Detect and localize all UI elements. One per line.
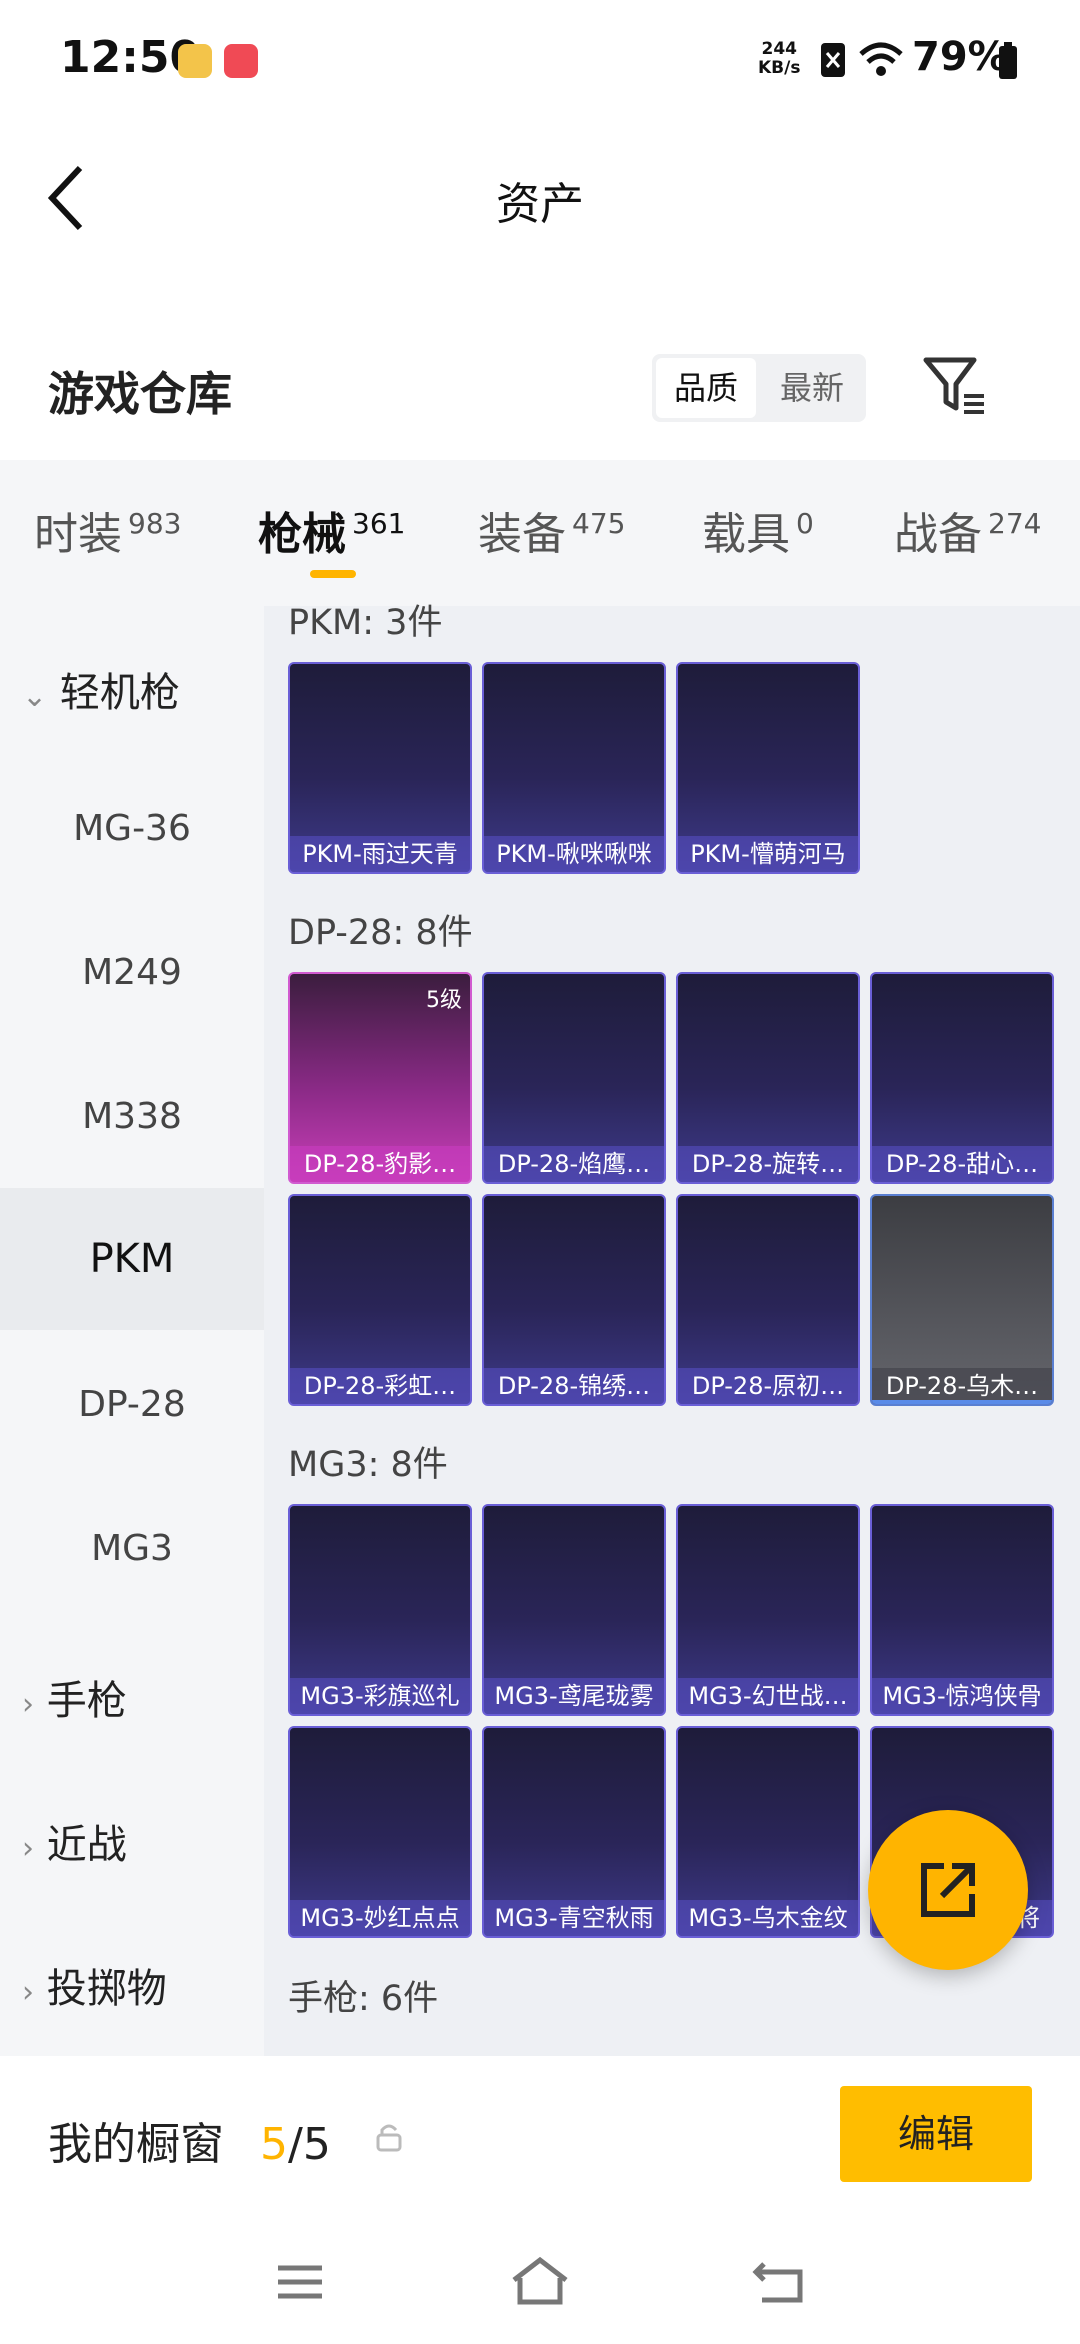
filter-icon[interactable] xyxy=(922,356,986,418)
chevron-right-icon: › xyxy=(22,1687,34,1722)
item-card[interactable]: MG3-青空秋雨 xyxy=(482,1726,666,1938)
item-card[interactable]: DP-28-原初… xyxy=(676,1194,860,1406)
menu-icon[interactable] xyxy=(276,2262,324,2302)
chevron-right-icon: › xyxy=(22,1831,34,1866)
chevron-down-icon: ⌄ xyxy=(22,679,48,714)
item-card[interactable]: PKM-懵萌河马 xyxy=(676,662,860,874)
sidebar-item-dp28[interactable]: DP-28 xyxy=(0,1384,264,1425)
home-icon[interactable] xyxy=(510,2256,570,2306)
tab-supplies[interactable]: 战备 274 xyxy=(894,498,1041,562)
sidebar-item-m249[interactable]: M249 xyxy=(0,952,264,993)
chevron-right-icon: › xyxy=(22,1975,34,2010)
item-card[interactable]: DP-28-锦绣… xyxy=(482,1194,666,1406)
tab-firearms[interactable]: 枪械 361 xyxy=(258,498,405,562)
external-link-icon xyxy=(921,1863,975,1917)
section-header-mg3: MG3: 8件 xyxy=(288,1445,448,1485)
sidebar-item-mg3[interactable]: MG3 xyxy=(0,1528,264,1569)
sidebar-group-lmg[interactable]: ⌄ 轻机枪 xyxy=(22,660,180,718)
item-card[interactable]: MG3-妙红点点 xyxy=(288,1726,472,1938)
item-card[interactable]: MG3-鸢尾珑雾 xyxy=(482,1504,666,1716)
item-card[interactable]: DP-28-焰鹰… xyxy=(482,972,666,1184)
tab-vehicles[interactable]: 载具 0 xyxy=(702,498,814,562)
tab-equipment[interactable]: 装备 475 xyxy=(478,498,625,562)
notification-app-icon xyxy=(178,44,212,78)
notification-app-icon xyxy=(224,44,258,78)
network-speed: 244 KB/s xyxy=(758,39,801,78)
item-card[interactable]: DP-28-甜心… xyxy=(870,972,1054,1184)
section-header-pkm: PKM: 3件 xyxy=(288,603,443,643)
sort-latest-button[interactable]: 最新 xyxy=(762,358,862,418)
edit-button[interactable]: 编辑 xyxy=(840,2086,1032,2182)
sim-off-icon xyxy=(821,43,845,77)
level-badge: 5级 xyxy=(426,988,462,1013)
sort-quality-button[interactable]: 品质 xyxy=(656,358,756,418)
item-card[interactable]: PKM-啾咪啾咪 xyxy=(482,662,666,874)
item-card[interactable]: DP-28-彩虹… xyxy=(288,1194,472,1406)
showcase-title: 我的橱窗 5/5 xyxy=(48,2119,331,2170)
sidebar-item-pkm[interactable]: PKM xyxy=(0,1236,264,1282)
sidebar-item-m338[interactable]: M338 xyxy=(0,1096,264,1137)
item-card[interactable]: MG3-幻世战… xyxy=(676,1504,860,1716)
item-card[interactable]: MG3-乌木金纹 xyxy=(676,1726,860,1938)
sidebar-item-mg36[interactable]: MG-36 xyxy=(0,808,264,849)
item-card[interactable]: PKM-雨过天青 xyxy=(288,662,472,874)
item-card[interactable]: 5级 DP-28-豹影… xyxy=(288,972,472,1184)
warehouse-title: 游戏仓库 xyxy=(48,367,232,421)
page-title: 资产 xyxy=(496,179,584,230)
sidebar-group-melee[interactable]: › 近战 xyxy=(22,1812,127,1870)
battery-icon xyxy=(999,42,1017,79)
section-header-pistol: 手枪: 6件 xyxy=(288,1979,439,2019)
wifi-icon xyxy=(859,42,903,76)
sidebar-group-throwables[interactable]: › 投掷物 xyxy=(22,1956,167,2014)
tab-active-indicator xyxy=(310,570,356,578)
section-header-dp28: DP-28: 8件 xyxy=(288,913,473,953)
battery-percent: 79% xyxy=(912,34,1008,80)
lock-icon xyxy=(376,2124,402,2152)
share-fab-button[interactable] xyxy=(868,1810,1028,1970)
back-nav-icon[interactable] xyxy=(752,2258,806,2304)
item-card[interactable]: DP-28-乌木… xyxy=(870,1194,1054,1406)
sidebar-group-pistol[interactable]: › 手枪 xyxy=(22,1668,127,1726)
item-card[interactable]: MG3-惊鸿侠骨 xyxy=(870,1504,1054,1716)
item-card[interactable]: MG3-彩旗巡礼 xyxy=(288,1504,472,1716)
tab-fashion[interactable]: 时装 983 xyxy=(34,498,181,562)
status-bar: 12:50 244 KB/s 79% xyxy=(0,0,1080,120)
item-card[interactable]: DP-28-旋转… xyxy=(676,972,860,1184)
